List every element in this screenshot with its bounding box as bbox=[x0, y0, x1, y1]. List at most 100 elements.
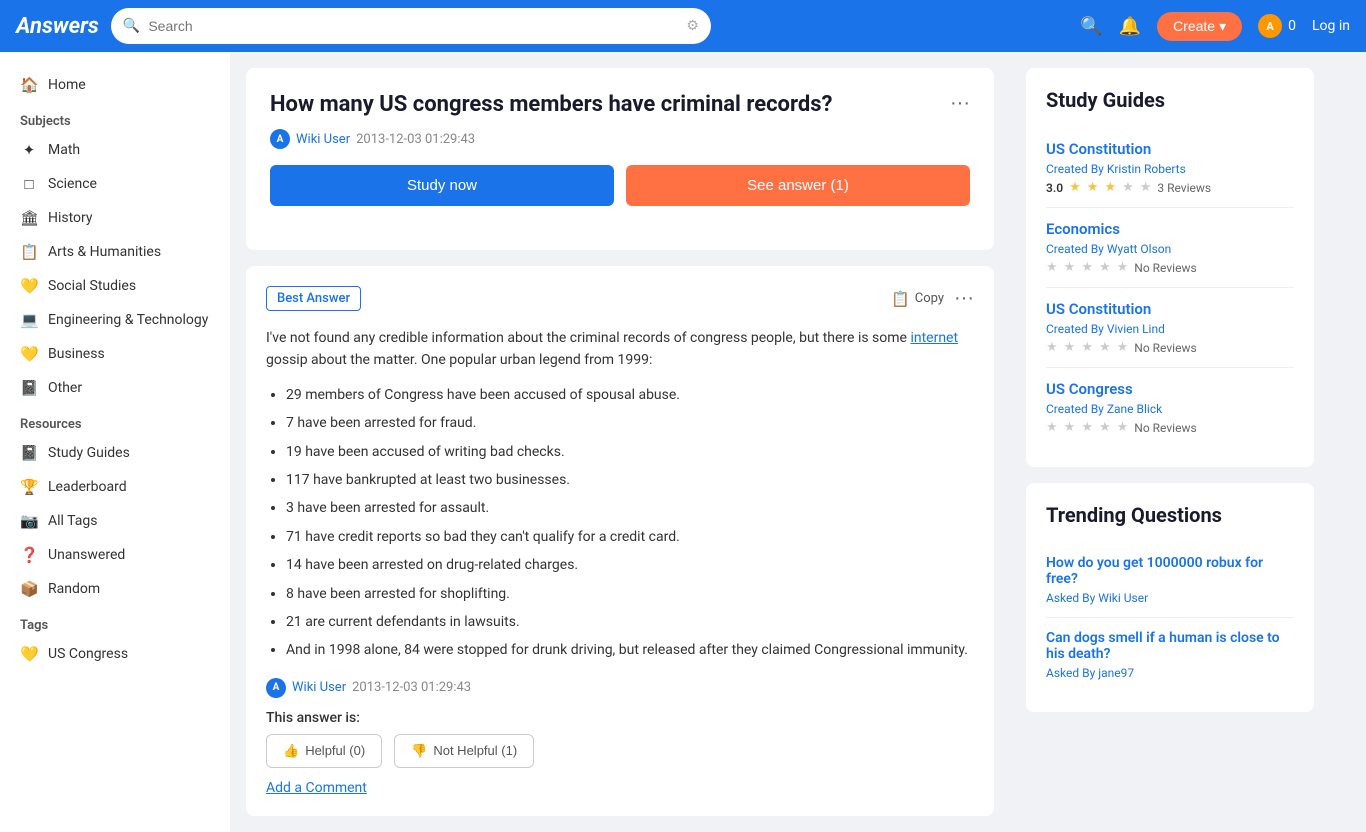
vote-buttons: 👍 Helpful (0) 👎 Not Helpful (1) bbox=[266, 734, 974, 768]
question-card: How many US congress members have crimin… bbox=[246, 68, 994, 250]
chevron-down-icon: ▾ bbox=[1219, 18, 1226, 35]
answer-body: I've not found any credible information … bbox=[266, 327, 974, 662]
guide-creator-name-0[interactable]: Kristin Roberts bbox=[1107, 162, 1186, 176]
logo: Answers bbox=[16, 14, 99, 39]
guide-creator-2: Created By Vivien Lind bbox=[1046, 322, 1294, 336]
trending-question-0[interactable]: How do you get 1000000 robux for free? bbox=[1046, 555, 1294, 587]
question-header: How many US congress members have crimin… bbox=[270, 92, 970, 117]
search-icon-header[interactable]: 🔍 bbox=[1080, 16, 1102, 37]
right-panel: Study Guides US Constitution Created By … bbox=[1010, 52, 1330, 832]
list-item: 7 have been arrested for fraud. bbox=[286, 412, 974, 434]
search-icon: 🔍 bbox=[123, 18, 140, 34]
trending-by-0: Asked By Wiki User bbox=[1046, 591, 1294, 605]
question-more-button[interactable]: ··· bbox=[950, 92, 970, 115]
question-meta: A Wiki User 2013-12-03 01:29:43 bbox=[270, 129, 970, 149]
guide-creator-name-1[interactable]: Wyatt Olson bbox=[1107, 242, 1171, 256]
filter-icon[interactable]: ⚙ bbox=[686, 18, 699, 34]
sidebar-science-label: Science bbox=[48, 176, 97, 192]
guide-creator-0: Created By Kristin Roberts bbox=[1046, 162, 1294, 176]
sidebar-history-label: History bbox=[48, 210, 93, 226]
sidebar-item-us-congress[interactable]: 💛 US Congress bbox=[0, 637, 230, 671]
stars-3: ★ ★ ★ ★ ★ No Reviews bbox=[1046, 420, 1294, 435]
guide-creator-name-3[interactable]: Zane Blick bbox=[1107, 402, 1162, 416]
sidebar-item-social[interactable]: 💛 Social Studies bbox=[0, 269, 230, 303]
question-actions: Study now See answer (1) bbox=[270, 165, 970, 206]
study-guides-panel: Study Guides US Constitution Created By … bbox=[1026, 68, 1314, 467]
sidebar-item-home[interactable]: 🏠 Home bbox=[0, 68, 230, 102]
answer-date: 2013-12-03 01:29:43 bbox=[352, 680, 471, 695]
add-comment-link[interactable]: Add a Comment bbox=[266, 780, 367, 796]
sidebar-engineering-label: Engineering & Technology bbox=[48, 312, 208, 328]
sidebar-study-guides-label: Study Guides bbox=[48, 445, 130, 461]
search-input[interactable] bbox=[148, 18, 678, 34]
list-item: 29 members of Congress have been accused… bbox=[286, 384, 974, 406]
guide-item-1: Economics Created By Wyatt Olson ★ ★ ★ ★… bbox=[1046, 208, 1294, 288]
guide-title-1[interactable]: Economics bbox=[1046, 220, 1294, 238]
sidebar-item-unanswered[interactable]: ❓ Unanswered bbox=[0, 538, 230, 572]
math-icon: ✦ bbox=[20, 141, 38, 159]
answer-author-avatar: A bbox=[266, 678, 286, 698]
sidebar-item-business[interactable]: 💛 Business bbox=[0, 337, 230, 371]
sidebar-social-label: Social Studies bbox=[48, 278, 136, 294]
sidebar: 🏠 Home Subjects ✦ Math □ Science 🏛 Histo… bbox=[0, 52, 230, 832]
trending-asker-0[interactable]: Wiki User bbox=[1098, 591, 1148, 605]
resources-section-title: Resources bbox=[0, 405, 230, 436]
sidebar-item-other[interactable]: 📓 Other bbox=[0, 371, 230, 405]
copy-button[interactable]: 📋 Copy bbox=[891, 290, 944, 308]
best-answer-badge: Best Answer bbox=[266, 286, 361, 311]
tags-section-title: Tags bbox=[0, 606, 230, 637]
subjects-section-title: Subjects bbox=[0, 102, 230, 133]
sidebar-item-study-guides[interactable]: 📓 Study Guides bbox=[0, 436, 230, 470]
search-bar[interactable]: 🔍 ⚙ bbox=[111, 8, 711, 44]
list-item: 19 have been accused of writing bad chec… bbox=[286, 441, 974, 463]
guide-title-3[interactable]: US Congress bbox=[1046, 380, 1294, 398]
answer-footer: A Wiki User 2013-12-03 01:29:43 This ans… bbox=[266, 678, 974, 796]
notification-icon[interactable]: 🔔 bbox=[1119, 16, 1141, 37]
sidebar-item-history[interactable]: 🏛 History bbox=[0, 201, 230, 235]
list-item: 3 have been arrested for assault. bbox=[286, 497, 974, 519]
guide-title-0[interactable]: US Constitution bbox=[1046, 140, 1294, 158]
trending-by-1: Asked By jane97 bbox=[1046, 666, 1294, 680]
sidebar-leaderboard-label: Leaderboard bbox=[48, 479, 127, 495]
us-congress-tag-icon: 💛 bbox=[20, 645, 38, 663]
sidebar-math-label: Math bbox=[48, 142, 80, 158]
layout: 🏠 Home Subjects ✦ Math □ Science 🏛 Histo… bbox=[0, 52, 1366, 832]
trending-question-1[interactable]: Can dogs smell if a human is close to hi… bbox=[1046, 630, 1294, 662]
list-item: 14 have been arrested on drug-related ch… bbox=[286, 554, 974, 576]
guide-creator-name-2[interactable]: Vivien Lind bbox=[1107, 322, 1165, 336]
sidebar-other-label: Other bbox=[48, 380, 82, 396]
not-helpful-button[interactable]: 👎 Not Helpful (1) bbox=[394, 734, 534, 768]
helpful-button[interactable]: 👍 Helpful (0) bbox=[266, 734, 382, 768]
internet-link[interactable]: internet bbox=[910, 330, 958, 346]
sidebar-item-science[interactable]: □ Science bbox=[0, 167, 230, 201]
question-author[interactable]: Wiki User bbox=[296, 132, 350, 147]
trending-title: Trending Questions bbox=[1046, 503, 1294, 527]
author-avatar: A bbox=[270, 129, 290, 149]
header: Answers 🔍 ⚙ 🔍 🔔 Create ▾ A 0 Log in bbox=[0, 0, 1366, 52]
header-right: 🔍 🔔 Create ▾ A 0 Log in bbox=[1080, 12, 1350, 41]
leaderboard-icon: 🏆 bbox=[20, 478, 38, 496]
create-button[interactable]: Create ▾ bbox=[1157, 12, 1242, 41]
answer-more-button[interactable]: ··· bbox=[954, 287, 974, 310]
sidebar-item-random[interactable]: 📦 Random bbox=[0, 572, 230, 606]
trending-asker-1[interactable]: jane97 bbox=[1098, 666, 1134, 680]
guide-title-2[interactable]: US Constitution bbox=[1046, 300, 1294, 318]
sidebar-item-arts[interactable]: 📋 Arts & Humanities bbox=[0, 235, 230, 269]
sidebar-item-engineering[interactable]: 💻 Engineering & Technology bbox=[0, 303, 230, 337]
stars-1: ★ ★ ★ ★ ★ No Reviews bbox=[1046, 260, 1294, 275]
sidebar-item-leaderboard[interactable]: 🏆 Leaderboard bbox=[0, 470, 230, 504]
answer-author[interactable]: Wiki User bbox=[292, 680, 346, 695]
stars-0: 3.0 ★ ★ ★ ★ ★ 3 Reviews bbox=[1046, 180, 1294, 195]
sidebar-item-all-tags[interactable]: 📷 All Tags bbox=[0, 504, 230, 538]
sidebar-business-label: Business bbox=[48, 346, 105, 362]
login-button[interactable]: Log in bbox=[1312, 18, 1350, 34]
social-icon: 💛 bbox=[20, 277, 38, 295]
sidebar-item-math[interactable]: ✦ Math bbox=[0, 133, 230, 167]
sidebar-us-congress-label: US Congress bbox=[48, 646, 128, 662]
study-now-button[interactable]: Study now bbox=[270, 165, 614, 206]
thumbs-up-icon: 👍 bbox=[283, 743, 299, 759]
business-icon: 💛 bbox=[20, 345, 38, 363]
see-answer-button[interactable]: See answer (1) bbox=[626, 165, 970, 206]
list-item: 21 are current defendants in lawsuits. bbox=[286, 611, 974, 633]
answer-actions: 📋 Copy ··· bbox=[891, 287, 974, 310]
